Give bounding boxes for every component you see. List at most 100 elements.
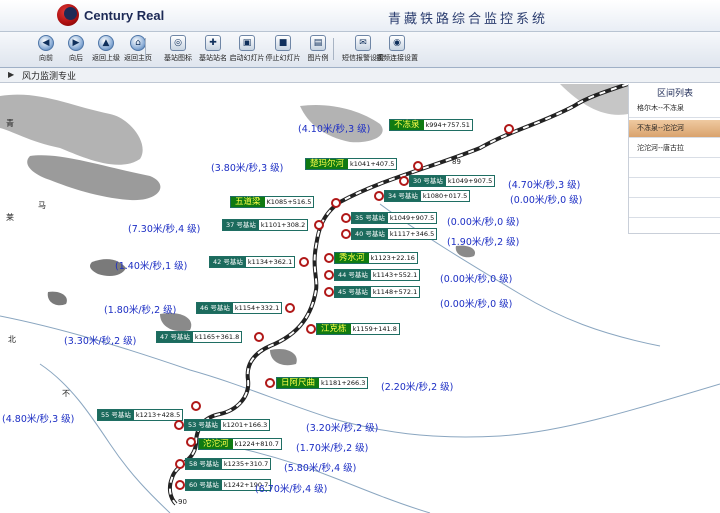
station-name: 沱沱河: [199, 439, 233, 449]
wind-reading: (2.20米/秒,2 级): [381, 382, 454, 393]
wind-reading: (4.10米/秒,3 级): [298, 124, 371, 135]
base-station-tag[interactable]: 44 号基站 k1143+552.1: [334, 269, 421, 281]
major-station-tag[interactable]: 江克栋 k1159+141.8: [316, 323, 400, 335]
station-marker-icon[interactable]: [306, 324, 316, 334]
base-station-tag[interactable]: 42 号基站 k1134+362.1: [209, 256, 296, 268]
km-tick: 89: [452, 158, 461, 166]
station-kilometer: k1041+407.5: [348, 159, 397, 169]
station-marker-icon[interactable]: [324, 287, 334, 297]
station-marker-icon[interactable]: [504, 124, 514, 134]
base-station-tag[interactable]: 34 号基站 k1080+017.5: [384, 190, 471, 202]
station-marker-icon[interactable]: [175, 459, 185, 469]
base-station-tag[interactable]: 45 号基站 k1148+572.1: [334, 286, 421, 298]
section-list-item[interactable]: 不冻泉--沱沱河: [629, 120, 720, 138]
station-kilometer: k1148+572.1: [370, 287, 420, 297]
station-marker-icon[interactable]: [331, 198, 341, 208]
station-kilometer: k1224+810.7: [232, 439, 281, 449]
slideshow-stop-icon: ■: [275, 35, 291, 51]
station-marker-icon[interactable]: [265, 378, 275, 388]
base-station-tag[interactable]: 35 号基站 k1049+907.5: [351, 212, 438, 224]
wind-reading: (3.30米/秒,2 级): [64, 336, 137, 347]
toolbar-button-11[interactable]: ◉ 视频连接设置: [376, 34, 418, 68]
station-kilometer: k1213+428.5: [133, 410, 183, 420]
slideshow-start-icon: ▣: [239, 35, 255, 51]
major-station-tag[interactable]: 沱沱河 k1224+810.7: [198, 438, 282, 450]
station-marker-icon[interactable]: [374, 191, 384, 201]
station-kilometer: k1165+361.8: [192, 332, 242, 342]
station-name: 楚玛尔河: [306, 159, 349, 169]
station-kilometer: k1235+310.7: [221, 459, 271, 469]
home-icon: ⌂: [130, 35, 146, 51]
breadcrumb-label: 风力监测专业: [22, 72, 77, 82]
wind-reading: (6.70米/秒,4 级): [255, 484, 328, 495]
station-name: 五道梁: [231, 197, 265, 207]
major-station-tag[interactable]: 楚玛尔河 k1041+407.5: [305, 158, 398, 170]
station-icon: ◎: [170, 35, 186, 51]
section-list-item[interactable]: 格尔木--不冻泉: [629, 100, 720, 118]
station-name: 日阿尺曲: [277, 378, 320, 388]
expand-arrow-icon[interactable]: ▶: [8, 70, 14, 79]
station-marker-icon[interactable]: [324, 270, 334, 280]
toolbar-button-9[interactable]: ▤ 图片例: [298, 34, 338, 68]
video-link-icon: ◉: [389, 35, 405, 51]
station-marker-icon[interactable]: [186, 437, 196, 447]
wind-reading: (1.80米/秒,2 级): [104, 305, 177, 316]
station-name: 42 号基站: [210, 257, 246, 267]
base-station-tag[interactable]: 53 号基站 k1201+166.3: [184, 419, 271, 431]
base-station-tag[interactable]: 46 号基站 k1154+332.1: [196, 302, 283, 314]
station-kilometer: k1143+552.1: [370, 270, 420, 280]
wind-reading: (0.00米/秒,0 级): [440, 274, 513, 285]
arrow-right-icon: ▶: [68, 35, 84, 51]
wind-reading: (0.00米/秒,0 级): [440, 299, 513, 310]
station-marker-icon[interactable]: [285, 303, 295, 313]
station-marker-icon[interactable]: [413, 161, 423, 171]
region-label: 莱: [6, 213, 14, 222]
base-station-tag[interactable]: 47 号基站 k1165+361.8: [156, 331, 243, 343]
station-marker-icon[interactable]: [174, 420, 184, 430]
base-station-tag[interactable]: 30 号基站 k1049+907.5: [409, 175, 496, 187]
major-station-tag[interactable]: 秀水河 k1123+22.16: [334, 252, 418, 264]
station-marker-icon[interactable]: [324, 253, 334, 263]
wind-reading: (3.80米/秒,3 级): [211, 163, 284, 174]
base-station-tag[interactable]: 58 号基站 k1235+310.7: [185, 458, 272, 470]
station-name: 江克栋: [317, 324, 351, 334]
major-station-tag[interactable]: 日阿尺曲 k1181+266.3: [276, 377, 369, 389]
station-kilometer: k1101+308.2: [258, 220, 308, 230]
station-kilometer: k1181+266.3: [319, 378, 368, 388]
station-marker-icon[interactable]: [314, 220, 324, 230]
major-station-tag[interactable]: 不冻泉 k994+757.51: [389, 119, 473, 131]
base-station-tag[interactable]: 37 号基站 k1101+308.2: [222, 219, 309, 231]
station-kilometer: k1117+346.5: [387, 229, 437, 239]
station-marker-icon[interactable]: [399, 176, 409, 186]
breadcrumb: ▶ 风力监测专业: [0, 68, 720, 83]
base-station-tag[interactable]: 55 号基站 k1213+428.5: [97, 409, 184, 421]
km-tick: 90: [178, 498, 187, 506]
station-kilometer: k994+757.51: [423, 120, 472, 130]
station-kilometer: k1159+141.8: [350, 324, 399, 334]
station-marker-icon[interactable]: [341, 213, 351, 223]
wind-reading: (4.70米/秒,3 级): [508, 180, 581, 191]
system-title: 青藏铁路综合监控系统: [388, 12, 549, 27]
section-list-item[interactable]: 沱沱河--唐古拉: [629, 140, 720, 158]
section-list-empty-row: [629, 160, 720, 178]
station-name: 40 号基站: [352, 229, 388, 239]
major-station-tag[interactable]: 五道梁 K1085+516.5: [230, 196, 315, 208]
wind-reading: (0.00米/秒,0 级): [510, 195, 583, 206]
station-kilometer: k1049+907.5: [445, 176, 495, 186]
base-station-tag[interactable]: 40 号基站 k1117+346.5: [351, 228, 438, 240]
station-marker-icon[interactable]: [191, 401, 201, 411]
station-kilometer: k1123+22.16: [368, 253, 417, 263]
station-marker-icon[interactable]: [254, 332, 264, 342]
section-list-empty-row: [629, 200, 720, 218]
wind-reading: (5.80米/秒,4 级): [284, 463, 357, 474]
station-name: 45 号基站: [335, 287, 371, 297]
station-name: 53 号基站: [185, 420, 221, 430]
station-kilometer: k1049+907.5: [387, 213, 437, 223]
station-name: 58 号基站: [186, 459, 222, 469]
region-label: 马: [38, 201, 46, 210]
wind-reading: (7.30米/秒,4 级): [128, 224, 201, 235]
station-marker-icon[interactable]: [175, 480, 185, 490]
wind-reading: (1.90米/秒,2 级): [447, 237, 520, 248]
station-marker-icon[interactable]: [341, 229, 351, 239]
station-marker-icon[interactable]: [299, 257, 309, 267]
